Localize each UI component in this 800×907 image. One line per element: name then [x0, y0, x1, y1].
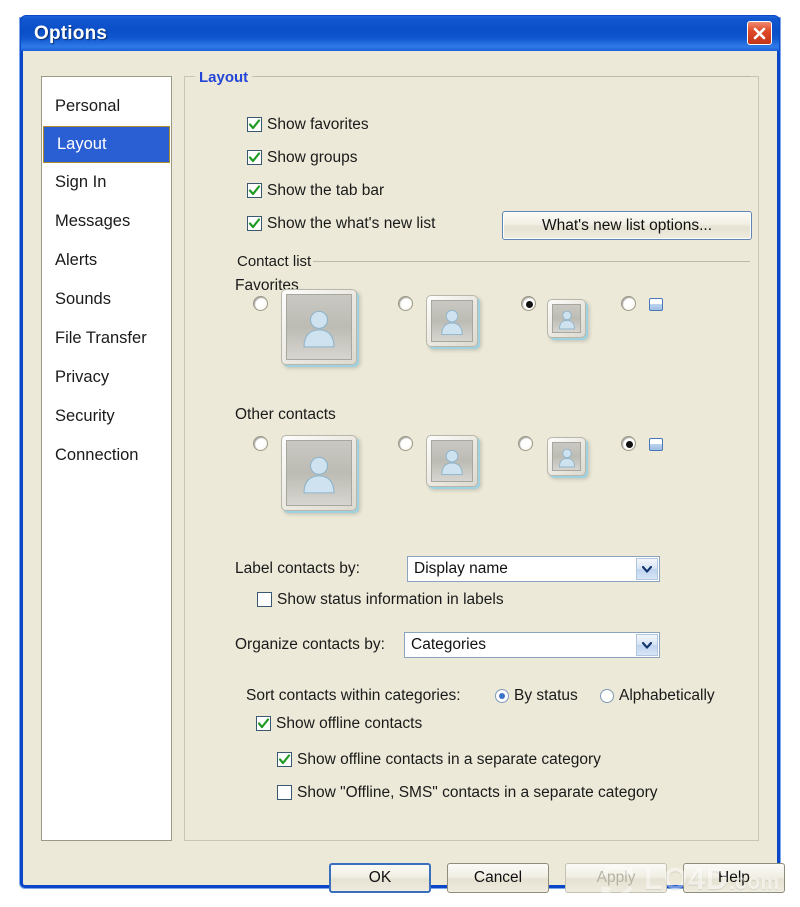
sidebar-item-label: Connection [55, 446, 139, 464]
contact-list-group-divider [313, 261, 750, 262]
sidebar-item-label: Alerts [55, 251, 98, 269]
sidebar-item-label: Personal [55, 97, 121, 115]
label-contacts-by-value: Display name [414, 560, 508, 577]
checkbox-show-offline-separate-category[interactable] [277, 752, 292, 767]
sidebar-item-alerts[interactable]: Alerts [42, 241, 171, 280]
label-sort-by-status: By status [514, 687, 578, 704]
organize-contacts-by-value: Categories [411, 636, 486, 653]
layout-group-legend: Layout [195, 69, 253, 86]
sidebar-item-personal[interactable]: Personal [42, 87, 171, 126]
label-show-tab-bar: Show the tab bar [267, 182, 385, 199]
sidebar-item-privacy[interactable]: Privacy [42, 358, 171, 397]
sidebar-item-sounds[interactable]: Sounds [42, 280, 171, 319]
window-title: Options [34, 23, 108, 44]
help-button[interactable]: Help [683, 863, 785, 893]
radio-favorites-large-avatar[interactable] [253, 296, 268, 311]
other-large-avatar-icon[interactable] [281, 435, 357, 511]
radio-favorites-no-avatar[interactable] [621, 296, 636, 311]
apply-button: Apply [565, 863, 667, 893]
close-icon[interactable] [747, 21, 772, 45]
sidebar-item-connection[interactable]: Connection [42, 436, 171, 475]
label-show-offline-contacts: Show offline contacts [276, 715, 423, 732]
label-sort-alphabetically: Alphabetically [619, 687, 715, 704]
sidebar-item-label: Privacy [55, 368, 110, 386]
options-dialog: Options Personal Layout Sign In Messages… [20, 15, 785, 893]
checkbox-show-offline-contacts[interactable] [256, 716, 271, 731]
ok-button[interactable]: OK [329, 863, 431, 893]
chevron-down-icon[interactable] [636, 634, 658, 656]
favorites-medium-avatar-icon[interactable] [426, 295, 478, 347]
radio-other-large-avatar[interactable] [253, 436, 268, 451]
label-show-offline-separate-category: Show offline contacts in a separate cate… [297, 751, 601, 768]
radio-other-medium-avatar[interactable] [398, 436, 413, 451]
settings-category-list: Personal Layout Sign In Messages Alerts … [41, 76, 172, 841]
radio-favorites-medium-avatar[interactable] [398, 296, 413, 311]
layout-settings-panel: Layout Show favorites Show groups Show t… [184, 69, 759, 841]
other-contacts-label: Other contacts [235, 406, 336, 423]
radio-sort-by-status[interactable] [495, 689, 509, 703]
sidebar-item-label: Messages [55, 212, 131, 230]
layout-group-divider [255, 76, 750, 77]
organize-contacts-by-label: Organize contacts by: [235, 636, 385, 653]
whats-new-list-options-button[interactable]: What's new list options... [502, 211, 752, 240]
checkbox-show-whats-new-list[interactable] [247, 216, 262, 231]
label-show-favorites: Show favorites [267, 116, 369, 133]
radio-favorites-small-avatar[interactable] [521, 296, 536, 311]
other-no-avatar-icon[interactable] [649, 438, 663, 451]
radio-other-small-avatar[interactable] [518, 436, 533, 451]
radio-other-no-avatar[interactable] [621, 436, 636, 451]
sidebar-item-label: Layout [57, 135, 107, 153]
checkbox-show-tab-bar[interactable] [247, 183, 262, 198]
sidebar-item-label: File Transfer [55, 329, 147, 347]
checkbox-show-favorites[interactable] [247, 117, 262, 132]
checkbox-show-groups[interactable] [247, 150, 262, 165]
label-show-groups: Show groups [267, 149, 358, 166]
sidebar-item-security[interactable]: Security [42, 397, 171, 436]
chevron-down-icon[interactable] [636, 558, 658, 580]
sidebar-item-label: Sign In [55, 173, 107, 191]
label-show-offline-sms-separate-category: Show "Offline, SMS" contacts in a separa… [297, 784, 658, 801]
organize-contacts-by-select[interactable]: Categories [404, 632, 660, 658]
sidebar-item-label: Sounds [55, 290, 111, 308]
radio-sort-alphabetically[interactable] [600, 689, 614, 703]
cancel-button[interactable]: Cancel [447, 863, 549, 893]
checkbox-show-status-in-labels[interactable] [257, 592, 272, 607]
label-show-whats-new-list: Show the what's new list [267, 215, 436, 232]
sidebar-item-file-transfer[interactable]: File Transfer [42, 319, 171, 358]
sidebar-item-sign-in[interactable]: Sign In [42, 163, 171, 202]
title-bar[interactable]: Options [20, 15, 780, 51]
other-small-avatar-icon[interactable] [547, 437, 586, 476]
sidebar-item-label: Security [55, 407, 115, 425]
contact-list-group-legend: Contact list [233, 253, 316, 270]
other-medium-avatar-icon[interactable] [426, 435, 478, 487]
favorites-small-avatar-icon[interactable] [547, 299, 586, 338]
dialog-body: Personal Layout Sign In Messages Alerts … [23, 51, 785, 893]
label-show-status-in-labels: Show status information in labels [277, 591, 504, 608]
label-contacts-by-select[interactable]: Display name [407, 556, 660, 582]
label-contacts-by-label: Label contacts by: [235, 560, 360, 577]
checkbox-show-offline-sms-separate-category[interactable] [277, 785, 292, 800]
sort-within-categories-label: Sort contacts within categories: [246, 687, 461, 704]
favorites-no-avatar-icon[interactable] [649, 298, 663, 311]
favorites-large-avatar-icon[interactable] [281, 289, 357, 365]
sidebar-item-messages[interactable]: Messages [42, 202, 171, 241]
sidebar-item-layout[interactable]: Layout [43, 126, 170, 163]
